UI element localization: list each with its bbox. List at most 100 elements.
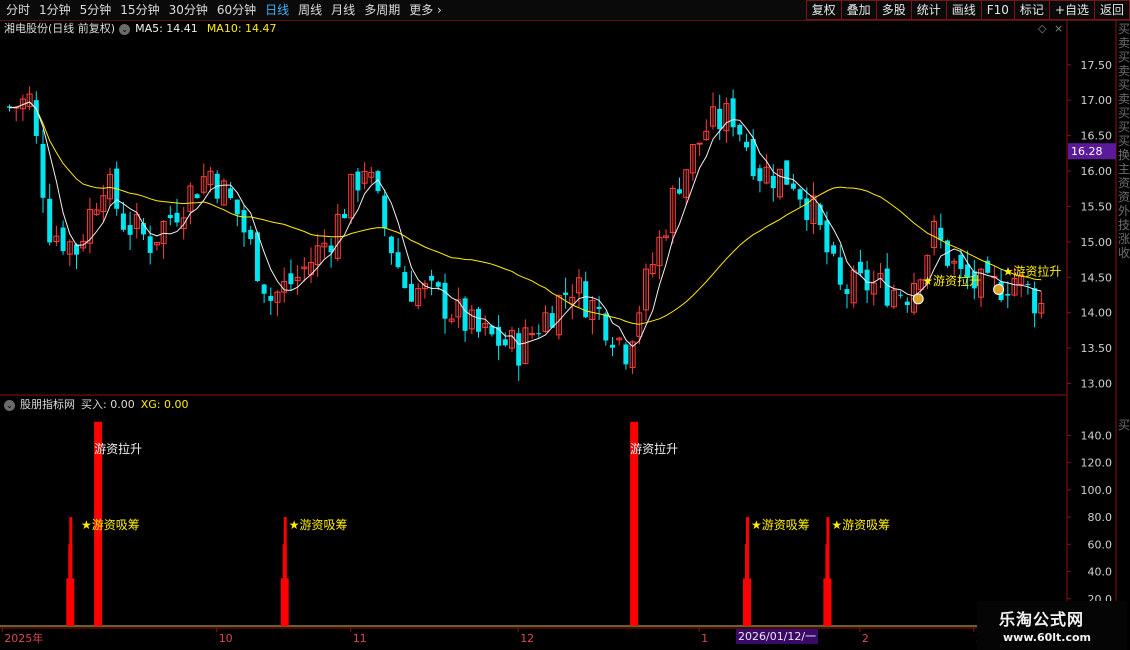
candle-down xyxy=(409,284,414,302)
sub-signal-label: ★游资吸筹 xyxy=(81,518,140,532)
candle-down xyxy=(837,257,843,285)
candle-down xyxy=(74,244,79,255)
candle-down xyxy=(241,210,247,233)
price-axis-label: 15.00 xyxy=(1081,236,1113,249)
candle-down xyxy=(831,245,837,254)
ma5-line xyxy=(9,101,1042,348)
price-axis-label: 17.00 xyxy=(1081,94,1113,107)
candle-down xyxy=(797,189,803,200)
date-axis-label: 11 xyxy=(353,632,367,645)
candle-down xyxy=(884,268,890,306)
money-bag-icon xyxy=(993,283,1005,295)
candle-down xyxy=(737,124,743,135)
candle-down xyxy=(677,189,682,194)
candle-up xyxy=(529,333,536,336)
sub-axis-label: 120.0 xyxy=(1081,457,1113,470)
candle-down xyxy=(442,282,448,319)
candle-down xyxy=(844,289,850,295)
candle-down xyxy=(47,198,53,243)
candle-down xyxy=(268,295,274,301)
price-axis-label: 15.50 xyxy=(1081,200,1113,213)
date-axis-label: 2 xyxy=(862,632,869,645)
price-axis-label: 13.00 xyxy=(1081,378,1113,391)
candle-down xyxy=(342,213,347,219)
candle-down xyxy=(120,213,126,230)
sub-signal-label: ★游资吸筹 xyxy=(289,518,348,532)
sub-signal-label: ★游资吸筹 xyxy=(831,518,890,532)
watermark-url: www.60lt.com xyxy=(1003,631,1092,644)
candle-down xyxy=(623,344,629,365)
candle-down xyxy=(750,138,756,177)
sub-signal-label: ★游资吸筹 xyxy=(751,518,810,532)
candle-down xyxy=(127,225,133,235)
candle-down xyxy=(33,100,39,136)
sub-axis-label: 140.0 xyxy=(1081,429,1113,442)
candle-down xyxy=(536,333,542,335)
price-axis-label: 14.00 xyxy=(1081,307,1113,320)
signal-bar xyxy=(283,517,287,626)
candle-down xyxy=(898,294,904,296)
candle-down xyxy=(382,195,388,229)
sub-axis-label: 40.0 xyxy=(1088,566,1113,579)
candle-down xyxy=(248,229,254,240)
signal-bar xyxy=(69,517,73,626)
money-bag-icon xyxy=(912,293,924,305)
kline-chart[interactable]: 17.50 17.00 16.50 16.00 15.50 15.00 14.50 14.00… xyxy=(0,0,1130,650)
site-watermark: 乐淘公式网 www.60lt.com xyxy=(977,601,1127,650)
candle-down xyxy=(1025,284,1031,286)
candle-down xyxy=(744,141,749,148)
candle-down xyxy=(40,143,46,198)
candle-down xyxy=(717,108,723,130)
sub-axis-label: 100.0 xyxy=(1081,484,1113,497)
candle-down xyxy=(610,344,615,348)
current-price-label: 16.28 xyxy=(1071,145,1103,158)
candle-down xyxy=(857,261,863,274)
candle-down xyxy=(596,306,602,309)
signal-bar xyxy=(746,517,749,626)
candle-down xyxy=(174,212,180,223)
candle-down xyxy=(603,313,609,341)
candle-down xyxy=(583,281,589,318)
candle-down xyxy=(770,175,776,189)
cursor-date-badge: 2026/01/12/一 xyxy=(736,629,819,644)
candle-down xyxy=(1005,293,1011,296)
candle-down xyxy=(817,204,823,226)
price-axis-label: 17.50 xyxy=(1081,59,1113,72)
date-axis-label: 10 xyxy=(219,632,233,645)
candle-down xyxy=(476,308,481,332)
date-axis-label: 1 xyxy=(701,632,708,645)
sub-axis-label: 80.0 xyxy=(1088,511,1113,524)
candle-down xyxy=(288,273,294,285)
candle-down xyxy=(938,227,944,241)
candle-down xyxy=(429,275,435,281)
date-axis-label: 2025年 xyxy=(4,631,43,645)
candle-down xyxy=(228,188,234,199)
price-axis-label: 16.50 xyxy=(1081,130,1113,143)
candle-down xyxy=(435,282,441,287)
candle-down xyxy=(757,168,763,182)
candle-down xyxy=(563,292,569,295)
candle-down xyxy=(730,98,736,128)
candle-up xyxy=(696,142,703,145)
candle-down xyxy=(790,183,796,189)
price-axis-label: 16.00 xyxy=(1081,165,1113,178)
price-axis-label: 14.50 xyxy=(1081,271,1113,284)
candle-down xyxy=(167,214,173,219)
sub-axis-label: 60.0 xyxy=(1088,538,1113,551)
candle-down xyxy=(254,232,260,281)
candle-down xyxy=(904,301,910,306)
candle-down xyxy=(388,236,394,254)
signal-bar xyxy=(826,517,830,626)
candle-down xyxy=(395,252,401,268)
candle-down xyxy=(958,254,964,269)
candle-down xyxy=(402,272,408,289)
main-signal-label: ★游资拉升 xyxy=(1003,263,1062,278)
candle-down xyxy=(194,194,200,199)
sub-signal-label: 游资拉升 xyxy=(630,441,678,456)
candle-down xyxy=(355,171,361,191)
candle-down xyxy=(516,333,522,366)
side-info-strip[interactable]: 买卖买卖买卖买买买换主资资外技涨收 xyxy=(1118,22,1130,395)
candle-down xyxy=(1032,288,1038,314)
side-info-strip-sub[interactable]: 买 xyxy=(1118,418,1130,438)
sub-signal-label: 游资拉升 xyxy=(94,441,142,456)
